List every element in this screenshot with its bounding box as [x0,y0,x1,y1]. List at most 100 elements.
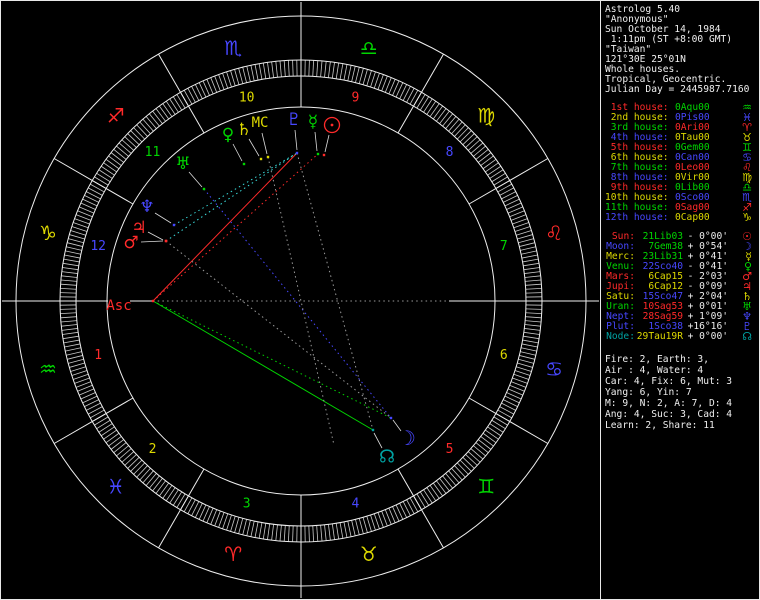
degree-tick [432,482,443,497]
degree-tick [105,432,120,443]
degree-tick [69,234,85,240]
degree-tick [116,445,129,457]
degree-tick [514,226,531,232]
degree-tick [522,258,539,263]
degree-tick [110,152,124,163]
degree-tick [136,465,148,478]
degree-tick [169,98,179,113]
wheel-sign-gemini: ♊ [477,474,495,498]
degree-tick [271,524,274,541]
degree-tick [71,370,88,376]
wheel-dot-mc [266,155,270,159]
degree-tick [142,470,154,484]
degree-tick [355,519,360,535]
degree-tick [489,423,504,433]
zodiac-wheel: ♌♍♎♏♐♑♒♓♈ ♉♊♋789101112123 456☽☿♀♂♃♄♅♆♇☊MCA… [2,2,599,598]
degree-tick [523,335,540,340]
degree-tick [525,279,542,282]
degree-tick [98,169,113,179]
degree-tick [113,149,127,160]
degree-tick [162,485,173,499]
degree-tick [70,230,86,236]
wheel-planet-node-icon: ☊ [379,447,395,468]
wheel-planet-venus-icon: ♀ [222,125,234,145]
degree-tick [90,183,105,193]
wheel-planet-sun-dot [330,123,334,127]
degree-tick [519,242,535,247]
degree-tick [271,61,274,78]
degree-tick [462,457,475,469]
degree-tick [480,155,494,166]
wheel-sign-libra: ♎ [360,36,378,60]
degree-tick [262,62,267,79]
wheel-dot-pluto [295,151,299,155]
degree-tick [402,501,411,516]
pointer-mc [261,132,268,155]
degree-tick [358,518,364,534]
totals-line-1: Fire: 2, Earth: 3, [605,354,709,365]
degree-tick [457,462,469,475]
degree-tick [525,283,542,286]
degree-tick [67,242,83,247]
degree-tick [331,523,335,540]
planet-velocity: + 0°00' [687,331,728,342]
totals-line-5: M: 9, N: 2, A: 7, D: 4 [605,398,733,409]
aspect-neptune-pluto [173,152,298,226]
wheel-planet-uranus-icon: ♅ [175,154,190,174]
degree-tick [525,320,542,323]
wheel-sign-cancer: ♋ [545,357,563,381]
degree-tick [343,64,348,81]
degree-tick [467,451,481,463]
degree-tick [457,127,469,140]
degree-tick [442,475,453,489]
degree-tick [451,467,463,481]
degree-tick [525,312,542,315]
degree-tick [485,162,499,173]
degree-tick [100,165,115,176]
degree-tick [187,499,196,514]
degree-tick [283,525,286,542]
degree-tick [516,366,532,372]
degree-tick [316,60,319,77]
degree-tick [331,62,335,79]
wheel-house-number-3: 3 [243,496,251,511]
aspect-asc-mercury [152,153,319,302]
planet-name: Node: [606,331,635,342]
astrolog-screen: ♌ ♍ ♎ ♏ ♐ ♑ ♒ ♓ ♈ ♉ ♊ ♋ 7 8 9 10 11 12 1 2 3 4 5 6 ☽ ☿ ♀ ♂ ♃ ♄ ♅ ♆ ♇ ☊ MC A… [0,0,760,600]
degree-tick [347,65,352,81]
degree-tick [60,312,77,315]
wheel-dot-saturn [259,157,263,161]
degree-tick [523,331,540,335]
degree-tick [71,226,88,232]
degree-tick [142,118,154,132]
wheel-planet-saturn-icon: ♄ [236,120,251,140]
degree-tick [250,521,255,537]
degree-tick [222,513,229,530]
degree-tick [521,250,537,255]
degree-tick [426,487,437,502]
degree-tick [96,172,111,183]
degree-tick [262,523,267,540]
house-label: 12th house: [605,212,669,223]
degree-tick [499,406,514,415]
degree-tick [172,96,183,111]
degree-tick [497,409,512,419]
degree-tick [514,370,531,376]
chart-header: Astrolog 5.40 "Anonymous" Sun October 14, … [605,5,759,95]
wheel-house-number-2: 2 [149,442,157,457]
degree-tick [429,103,440,117]
totals-line-2: Air : 4, Water: 4 [605,365,704,376]
degree-tick [493,176,508,186]
degree-tick [183,497,193,512]
degree-tick [88,406,103,415]
degree-tick [454,465,466,478]
pointer-neptune [154,212,172,224]
degree-tick [108,155,122,166]
degree-tick [238,518,244,534]
degree-tick [335,62,340,79]
degree-tick [61,328,78,331]
degree-tick [409,90,419,105]
degree-tick [226,514,232,531]
degree-tick [520,351,536,356]
wheel-house-number-5: 5 [446,442,454,457]
